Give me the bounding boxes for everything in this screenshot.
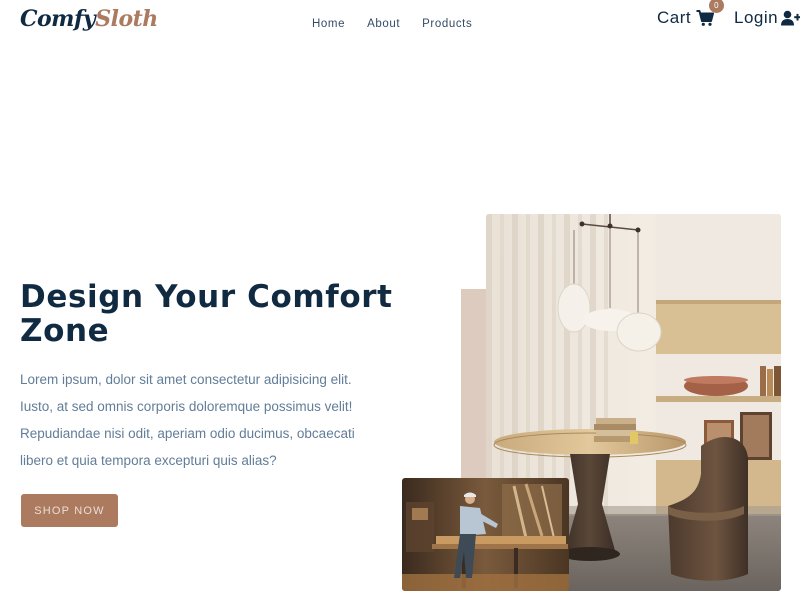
nav-links: Home About Products [312,14,472,32]
logo[interactable]: ComfySloth [20,4,158,34]
user-plus-icon [781,10,800,26]
shop-now-button[interactable]: SHOP NOW [21,494,118,527]
logo-text-comfy: Comfy [20,6,96,32]
navbar: ComfySloth Home About Products Cart 0 Lo… [0,0,800,42]
decorative-accent-block [461,289,487,489]
hero-description: Lorem ipsum, dolor sit amet consectetur … [20,372,355,468]
login-button[interactable]: Login [734,8,800,28]
login-label: Login [734,8,779,27]
logo-text-sloth: Sloth [95,6,158,32]
cart-label: Cart [657,8,692,27]
nav-link-home[interactable]: Home [312,18,345,30]
nav-item-about: About [367,14,400,32]
nav-link-products[interactable]: Products [422,18,472,30]
hero-title: Design Your Comfort Zone [20,279,393,349]
nav-item-products: Products [422,14,472,32]
nav-item-home: Home [312,14,345,32]
cart-count-badge: 0 [709,0,725,13]
shopping-cart-icon: 0 [696,0,725,27]
nav-link-about[interactable]: About [367,18,400,30]
cart-button[interactable]: Cart 0 [657,0,725,28]
hero-accent-image [402,478,569,591]
